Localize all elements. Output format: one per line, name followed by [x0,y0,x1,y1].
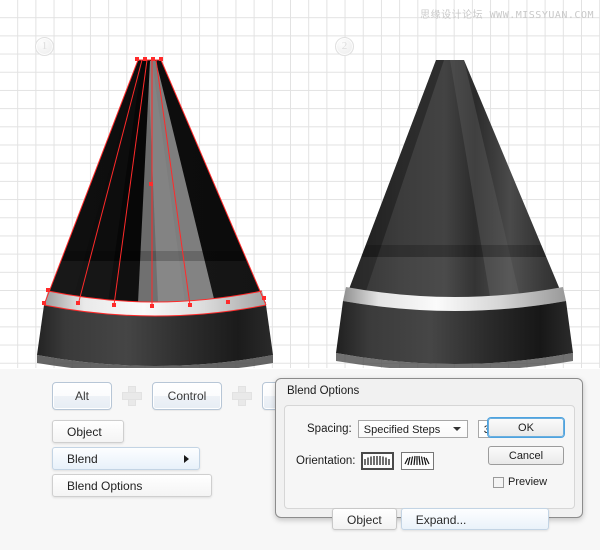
key-control[interactable]: Control [152,382,222,410]
preview-label: Preview [508,476,548,488]
menu-item-blend-options-label: Blend Options [67,479,143,493]
menu-item-blend-options[interactable]: Blend Options [52,474,212,497]
chevron-down-icon [452,427,461,431]
orientation-label: Orientation: [296,455,356,467]
watermark-text: 思缘设计论坛 WWW.MISSYUAN.COM [420,10,594,21]
cancel-button[interactable]: Cancel [488,446,564,465]
screenshot-root: 思缘设计论坛 WWW.MISSYUAN.COM 1 2 Alt Control … [0,0,600,550]
plus-icon [232,386,252,406]
spacing-select[interactable]: Specified Steps [357,420,468,438]
orientation-row: Orientation: [296,452,441,470]
menu-item-object-label: Object [67,425,102,439]
spacing-label: Spacing: [307,423,352,435]
step-badge-1: 1 [35,37,54,56]
menu-item-blend[interactable]: Blend [52,447,200,470]
menu-stack: Object Blend Blend Options [52,420,212,501]
key-alt[interactable]: Alt [52,382,112,410]
orientation-align-to-path-icon[interactable] [401,452,435,470]
bottom-button-object[interactable]: Object [332,508,397,530]
pencil-tip-with-blend-paths[interactable] [30,55,280,368]
bottom-button-row: Object Expand... [332,508,549,530]
shortcut-key-row: Alt Control B [52,382,294,410]
chevron-right-icon [184,454,189,463]
orientation-align-to-page-icon[interactable] [361,452,395,470]
preview-checkbox[interactable] [493,476,504,488]
spacing-select-value: Specified Steps [363,424,441,436]
menu-item-object[interactable]: Object [52,420,124,443]
plus-icon [122,386,142,406]
step-badge-2: 2 [335,37,354,56]
dialog-title: Blend Options [287,385,360,397]
artboard-canvas[interactable]: 思缘设计论坛 WWW.MISSYUAN.COM 1 2 [0,0,600,368]
preview-checkbox-row[interactable]: Preview [493,476,547,488]
dialog-body: Spacing: Specified Steps 30 Orientation: [284,405,575,509]
ok-button[interactable]: OK [488,418,564,437]
blend-options-dialog[interactable]: Blend Options Spacing: Specified Steps 3… [275,378,583,518]
pencil-tip-blended[interactable] [330,55,580,368]
menu-item-blend-label: Blend [67,452,98,466]
bottom-button-expand[interactable]: Expand... [400,508,549,530]
